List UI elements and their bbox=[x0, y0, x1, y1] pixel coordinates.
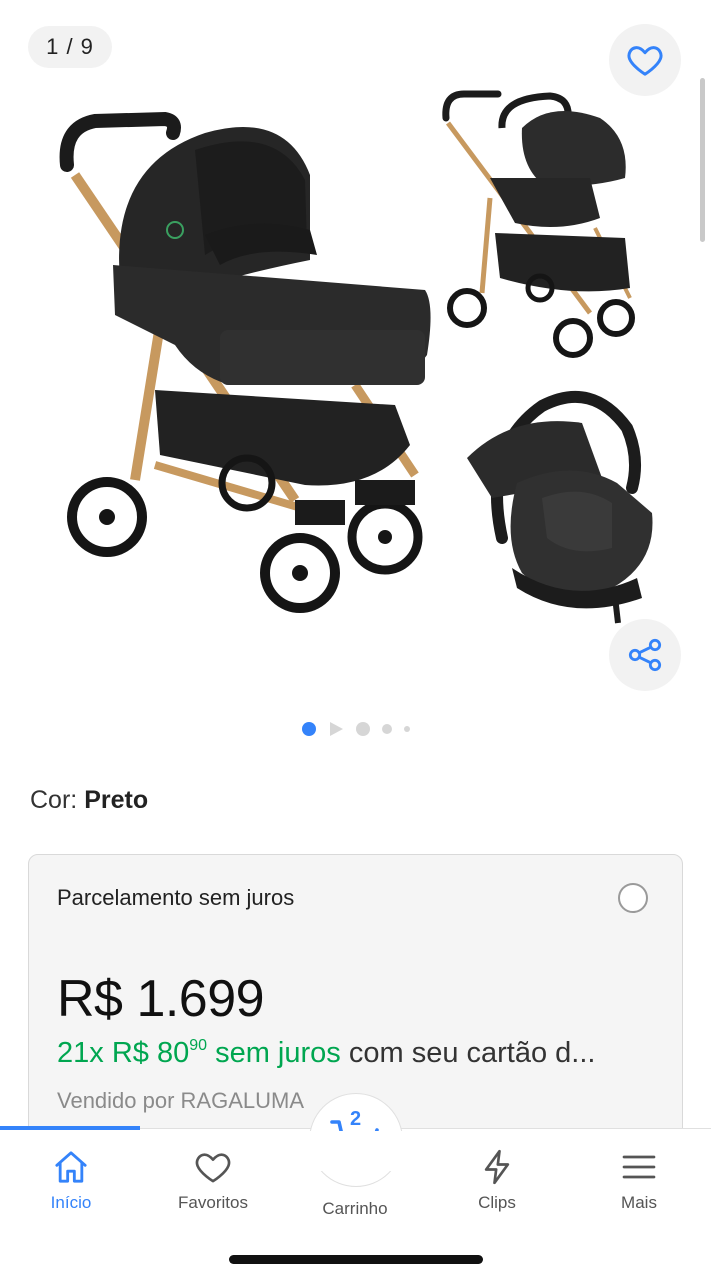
installment-no-interest: sem juros bbox=[215, 1037, 341, 1069]
seller-info: Vendido por RAGALUMA bbox=[57, 1088, 305, 1113]
image-pagination[interactable] bbox=[0, 720, 711, 738]
payment-option-radio[interactable] bbox=[618, 883, 648, 913]
share-button[interactable] bbox=[609, 619, 681, 691]
heart-icon bbox=[627, 46, 663, 76]
nav-label-favoritos: Favoritos bbox=[178, 1193, 248, 1212]
installment-count: 21x bbox=[57, 1037, 104, 1069]
pagination-dot-active[interactable] bbox=[301, 722, 316, 736]
stroller-with-car-seat-image bbox=[442, 90, 635, 358]
lightning-icon bbox=[484, 1149, 510, 1185]
menu-icon bbox=[622, 1155, 656, 1179]
scrollbar[interactable] bbox=[700, 78, 705, 242]
color-value: Preto bbox=[84, 786, 149, 814]
home-icon bbox=[55, 1151, 87, 1183]
favorite-button[interactable] bbox=[609, 24, 681, 96]
color-label: Cor: bbox=[30, 786, 78, 814]
color-selection: Cor: Preto bbox=[30, 786, 148, 815]
nav-item-mais[interactable]: Mais bbox=[568, 1147, 710, 1213]
installment-currency: R$ bbox=[111, 1037, 149, 1069]
nav-label-carrinho: Carrinho bbox=[322, 1199, 388, 1218]
image-counter: 1 / 9 bbox=[28, 26, 112, 68]
stroller-with-bassinet-image bbox=[59, 111, 431, 613]
car-seat-image bbox=[467, 390, 653, 624]
price: R$ 1.699 bbox=[57, 969, 265, 1029]
video-play-icon[interactable] bbox=[328, 721, 344, 737]
nav-label-inicio: Início bbox=[50, 1193, 92, 1212]
home-indicator[interactable] bbox=[229, 1255, 483, 1264]
installment-amount: 80 bbox=[156, 1037, 190, 1069]
product-gallery[interactable]: 1 / 9 bbox=[0, 0, 711, 700]
price-value: 1.699 bbox=[136, 970, 265, 1028]
price-currency: R$ bbox=[57, 970, 123, 1028]
nav-item-carrinho[interactable]: Carrinho bbox=[284, 1193, 426, 1219]
pagination-dot[interactable] bbox=[355, 722, 370, 736]
cart-count-badge: 2 bbox=[350, 1108, 362, 1130]
pagination-dot[interactable] bbox=[403, 726, 410, 732]
share-icon bbox=[628, 638, 662, 672]
nav-item-clips[interactable]: Clips bbox=[426, 1147, 568, 1213]
heart-icon bbox=[195, 1153, 231, 1183]
nav-label-clips: Clips bbox=[478, 1193, 516, 1212]
cart-bubble-mask bbox=[300, 1131, 412, 1171]
active-tab-indicator bbox=[0, 1126, 140, 1130]
installment-suffix: com seu cartão d... bbox=[348, 1037, 596, 1069]
nav-item-favoritos[interactable]: Favoritos bbox=[142, 1147, 284, 1213]
nav-item-inicio[interactable]: Início bbox=[0, 1147, 142, 1213]
pagination-dot[interactable] bbox=[381, 724, 392, 734]
payment-option-title: Parcelamento sem juros bbox=[57, 885, 295, 910]
installment-cents: 90 bbox=[189, 1037, 208, 1054]
installments-info: 21x R$ 8090 sem juros com seu cartão d..… bbox=[57, 1037, 652, 1070]
nav-label-mais: Mais bbox=[621, 1193, 657, 1212]
